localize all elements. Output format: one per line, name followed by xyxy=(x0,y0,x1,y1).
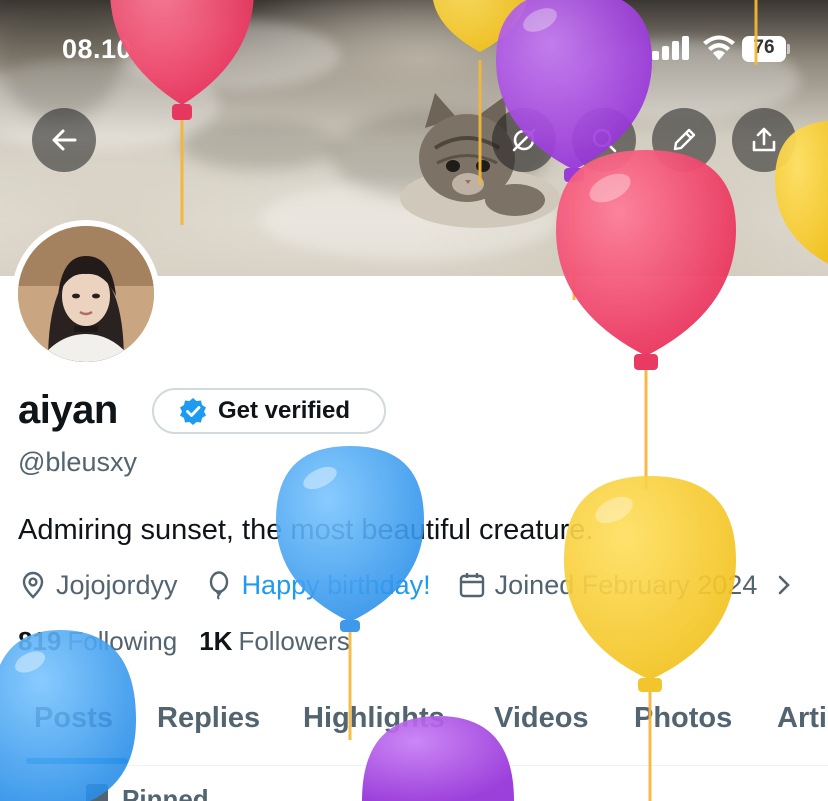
joined-text: Joined February 2024 xyxy=(494,569,758,600)
username-handle: @bleusxy xyxy=(18,447,137,477)
location-item: Jojojordyy xyxy=(18,570,178,601)
share-icon xyxy=(752,127,776,152)
tab-highlights[interactable]: Highlights xyxy=(303,702,445,735)
chevron-right-icon[interactable] xyxy=(775,573,793,597)
birthday-item[interactable]: Happy birthday! xyxy=(204,570,431,601)
birthday-text[interactable]: Happy birthday! xyxy=(242,570,431,601)
pinned-label: Pinned xyxy=(86,784,209,801)
active-tab-indicator xyxy=(26,758,128,764)
tab-posts[interactable]: Posts xyxy=(34,702,113,735)
tab-articles[interactable]: Arti xyxy=(777,702,827,735)
grok-button[interactable] xyxy=(492,108,556,172)
battery-indicator: 76 xyxy=(742,36,790,62)
following-count: 819 xyxy=(18,626,62,656)
battery-level: 76 xyxy=(753,37,775,58)
search-icon xyxy=(592,128,617,153)
profile-meta: Jojojordyy Happy birthday! Joined Februa… xyxy=(18,566,793,604)
avatar-photo xyxy=(18,226,154,362)
tab-videos[interactable]: Videos xyxy=(494,702,589,735)
status-time: 08.10 xyxy=(62,34,133,64)
share-button[interactable] xyxy=(732,108,796,172)
followers-label: Followers xyxy=(238,626,350,656)
tab-photos[interactable]: Photos xyxy=(634,702,732,735)
avatar[interactable] xyxy=(12,220,160,368)
wifi-icon xyxy=(703,35,735,60)
verified-badge-icon xyxy=(180,398,206,425)
profile-bio: Admiring sunset, the most beautiful crea… xyxy=(18,514,594,546)
following-link[interactable]: 819 Following xyxy=(18,626,177,657)
tab-replies[interactable]: Replies xyxy=(157,702,260,735)
location-text: Jojojordyy xyxy=(56,569,178,600)
back-button[interactable] xyxy=(32,108,96,172)
grok-icon xyxy=(512,128,536,152)
followers-count: 1K xyxy=(199,626,233,656)
search-button[interactable] xyxy=(572,108,636,172)
get-verified-button[interactable]: Get verified xyxy=(152,388,386,434)
cellular-signal-icon xyxy=(652,36,689,60)
display-name: aiyan xyxy=(18,388,118,432)
pencil-icon xyxy=(673,128,696,151)
get-verified-label: Get verified xyxy=(218,397,351,424)
pin-icon xyxy=(86,784,108,801)
pinned-text: Pinned xyxy=(122,784,209,801)
edit-button[interactable] xyxy=(652,108,716,172)
calendar-icon xyxy=(459,573,484,598)
joined-item: Joined February 2024 xyxy=(457,569,758,601)
profile-tabs: Posts Replies Highlights Videos Photos A… xyxy=(0,692,828,766)
followers-link[interactable]: 1K Followers xyxy=(199,626,350,657)
balloon-icon xyxy=(209,571,228,600)
location-pin-icon xyxy=(22,571,44,599)
arrow-left-icon xyxy=(52,129,77,151)
following-label: Following xyxy=(67,626,178,656)
follow-counts: 819 Following 1K Followers xyxy=(18,626,350,657)
